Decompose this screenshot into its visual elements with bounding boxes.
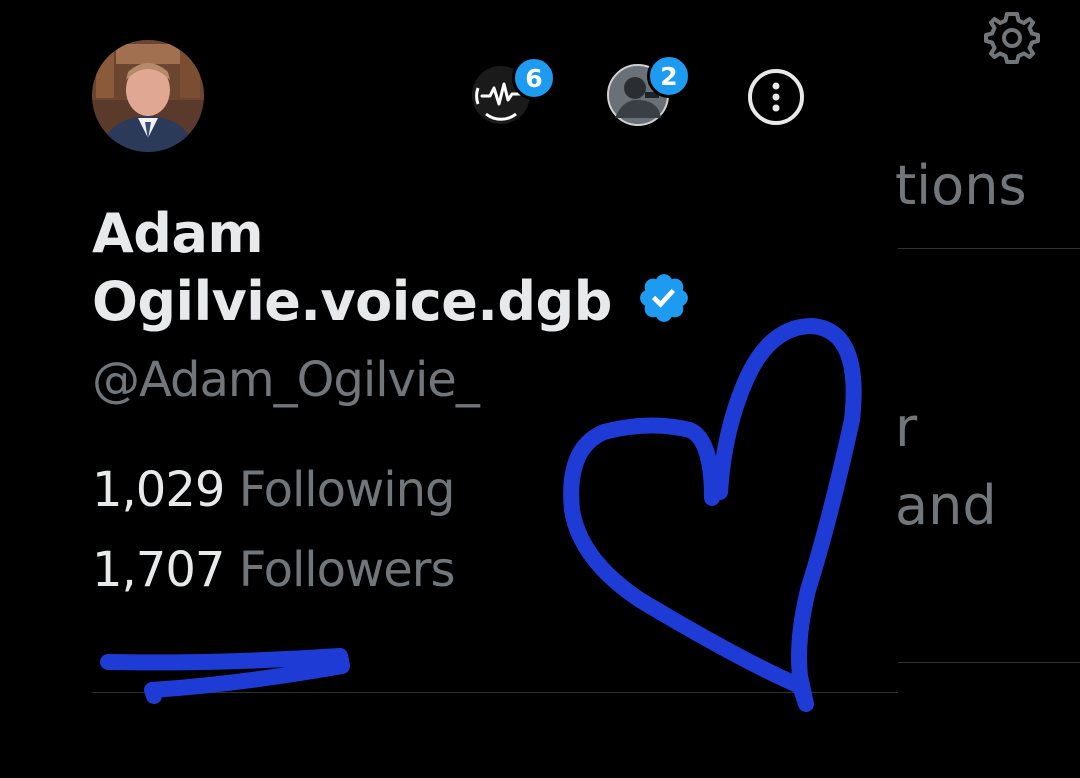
background-divider-bottom [898, 662, 1080, 663]
gear-icon [984, 12, 1040, 64]
heart-annotation [563, 318, 862, 712]
display-name-line-1: Adam [92, 202, 264, 265]
profile-display-name: Adam Ogilvie.voice.dgb [92, 200, 692, 336]
drawer-divider [92, 692, 898, 693]
more-options-button[interactable] [746, 67, 806, 127]
display-name-line-2-text: Ogilvie.voice.dgb [92, 270, 612, 333]
background-divider-top [898, 248, 1080, 249]
followers-stat-link[interactable]: 1,707 Followers [92, 542, 456, 598]
followers-count: 1,707 [92, 542, 225, 598]
settings-button[interactable] [982, 8, 1042, 68]
verified-badge-icon [640, 274, 689, 322]
account-switcher-avatar[interactable]: 2 [607, 54, 691, 126]
following-count: 1,029 [92, 462, 225, 518]
background-text-fragment-1: r [895, 396, 918, 459]
avatar-image [92, 40, 204, 152]
underline-annotation [100, 648, 350, 704]
followers-label: Followers [238, 542, 456, 598]
profile-avatar[interactable] [92, 40, 204, 152]
following-stat-link[interactable]: 1,029 Following [92, 462, 456, 518]
background-tab-label: tions [895, 154, 1027, 217]
more-vertical-icon [748, 69, 804, 125]
account-notification-badge: 2 [647, 54, 691, 98]
spaces-icon-button[interactable]: 6 [472, 56, 556, 124]
spaces-notification-badge: 6 [512, 56, 556, 100]
display-name-line-2: Ogilvie.voice.dgb [92, 268, 692, 336]
following-label: Following [238, 462, 456, 518]
profile-handle: @Adam_Ogilvie_ [92, 352, 480, 408]
background-text-fragment-2: and [895, 474, 997, 537]
